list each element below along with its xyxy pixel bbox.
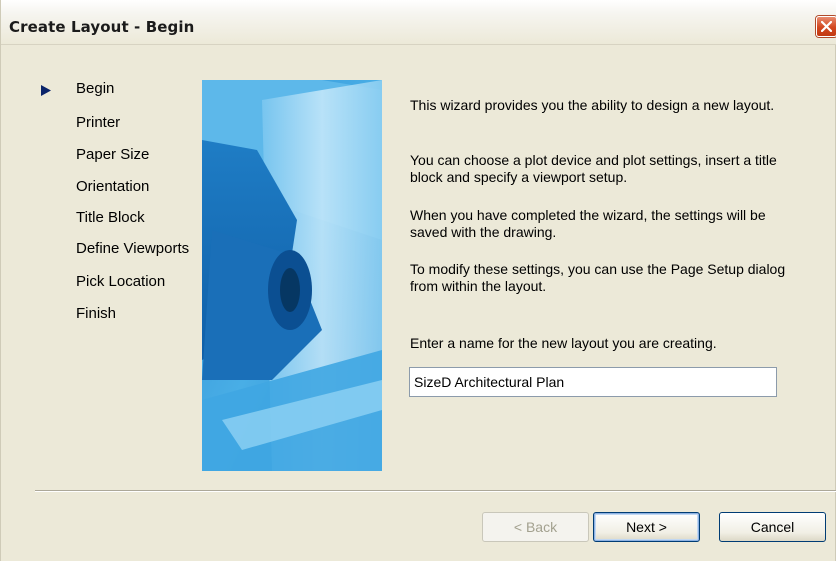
step-begin: Begin [41,80,211,100]
step-label: Finish [76,305,117,322]
step-paper-size: Paper Size [41,146,211,166]
close-button[interactable] [816,16,836,37]
step-finish: Finish [41,305,211,325]
step-label: Begin [76,80,115,97]
next-button[interactable]: Next > [593,512,700,542]
step-orientation: Orientation [41,178,211,198]
step-label: Title Block [76,209,145,226]
step-printer: Printer [41,114,211,134]
step-label: Orientation [76,178,150,195]
wizard-banner-image [202,80,382,471]
step-label: Define Viewports [76,240,190,257]
step-define-viewports: Define Viewports [41,240,211,260]
step-pick-location: Pick Location [41,273,211,293]
description-paragraph-4: To modify these settings, you can use th… [410,261,786,294]
step-label: Printer [76,114,121,131]
cancel-button[interactable]: Cancel [719,512,826,542]
description-paragraph-3: When you have completed the wizard, the … [410,207,766,240]
dialog-window: Create Layout - Begin Begin Printer Pape… [0,0,836,561]
description-paragraph-2: You can choose a plot device and plot se… [410,152,777,185]
step-label: Pick Location [76,273,166,290]
title-bar: Create Layout - Begin [1,0,836,45]
close-icon [821,21,832,32]
arrow-right-icon [41,85,51,96]
back-button[interactable]: < Back [482,512,589,542]
button-divider [35,490,836,492]
layout-name-input[interactable] [409,367,777,397]
description-paragraph-1: This wizard provides you the ability to … [410,97,775,113]
layout-name-prompt: Enter a name for the new layout you are … [410,335,717,351]
dialog-title: Create Layout - Begin [9,18,195,36]
step-title-block: Title Block [41,209,211,229]
step-label: Paper Size [76,146,150,163]
